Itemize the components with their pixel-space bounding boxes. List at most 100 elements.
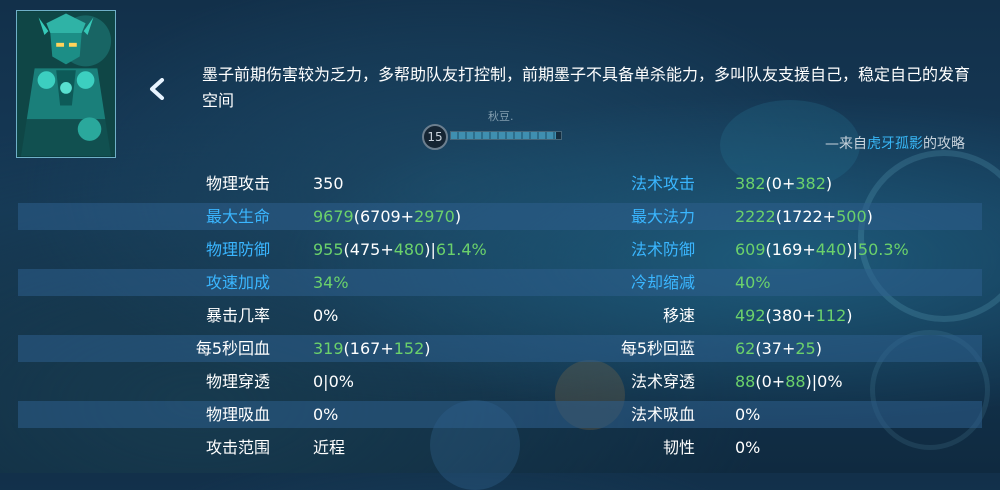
stat-row: 攻击范围 近程 韧性 0%: [0, 431, 1000, 464]
stat-value-segment: (169+: [765, 240, 816, 259]
stat-value-segment: (0+: [765, 174, 796, 193]
stat-value-segment: )|0%: [805, 372, 843, 391]
stat-value: 0%: [735, 431, 760, 464]
stat-value: 62(37+25): [735, 332, 822, 365]
stat-value-segment: 62: [735, 339, 756, 358]
stat-value-segment: 500: [836, 207, 867, 226]
player-name: 秋豆.: [488, 110, 514, 123]
stat-label: 最大生命: [205, 207, 270, 226]
stat-label: 物理穿透: [205, 372, 270, 391]
stat-value-segment: 0%: [313, 306, 339, 325]
stat-row: 攻速加成 34% 冷却缩减 40%: [0, 266, 1000, 299]
stat-label: 攻击范围: [205, 438, 270, 457]
stat-row: 暴击几率 0% 移速 492(380+112): [0, 299, 1000, 332]
stat-value-segment: 480: [393, 240, 425, 259]
stat-value-segment: 近程: [313, 438, 346, 457]
stat-value-segment: ): [454, 207, 462, 226]
stat-row: 物理防御 955(475+480)|61.4% 法术防御 609(169+440)|5…: [0, 233, 1000, 266]
stat-value-segment: 0|0%: [313, 372, 354, 391]
stat-value-segment: 152: [393, 339, 425, 358]
stat-value: 382(0+382): [735, 167, 832, 200]
stat-value-segment: 0%: [313, 405, 339, 424]
stat-value: 955(475+480)|61.4%: [313, 233, 487, 266]
stat-value-segment: 34%: [313, 273, 349, 292]
chevron-left-icon: [150, 78, 164, 100]
stat-value-segment: ): [846, 306, 853, 325]
stat-value-segment: 88: [785, 372, 806, 391]
hero-portrait: [16, 10, 116, 158]
source-suffix: 的攻略: [923, 136, 965, 152]
stat-label: 法术穿透: [630, 372, 695, 391]
stat-value: 近程: [313, 431, 345, 464]
stat-value-segment: 0%: [735, 405, 761, 424]
stat-label: 物理吸血: [205, 405, 270, 424]
hero-portrait-icon: [17, 11, 115, 157]
stat-value: 350: [313, 167, 344, 200]
stat-label: 冷却缩减: [630, 273, 695, 292]
stat-label: 移速: [662, 306, 695, 325]
stat-value-segment: 350: [313, 174, 344, 193]
source-author[interactable]: 虎牙孤影: [867, 136, 923, 152]
stat-value-segment: 319: [313, 339, 344, 358]
stat-value: 88(0+88)|0%: [735, 365, 843, 398]
stats-table: 物理攻击 350 法术攻击 382(0+382) 最大生命 9679(6709+2970)…: [0, 167, 1000, 464]
stat-value-segment: (475+: [343, 240, 394, 259]
stat-value-segment: 2970: [414, 207, 455, 226]
level-progress-bar: [450, 131, 562, 140]
stat-value-segment: ): [866, 207, 873, 226]
stat-label: 最大法力: [630, 207, 695, 226]
stat-value-segment: 88: [735, 372, 756, 391]
stat-value: 0|0%: [313, 365, 354, 398]
stat-label: 韧性: [662, 438, 695, 457]
stat-value-segment: 61.4%: [435, 240, 487, 259]
stat-value-segment: ): [825, 174, 833, 193]
stat-value-segment: 382: [795, 174, 826, 193]
stat-label: 每5秒回血: [195, 339, 270, 358]
stat-value-segment: 40%: [735, 273, 771, 292]
stat-row: 最大生命 9679(6709+2970) 最大法力 2222(1722+500): [0, 200, 1000, 233]
stat-row: 物理吸血 0% 法术吸血 0%: [0, 398, 1000, 431]
stat-value: 34%: [313, 266, 349, 299]
stat-value-segment: 112: [815, 306, 847, 325]
stat-value-segment: (167+: [343, 339, 394, 358]
stat-value-segment: (380+: [765, 306, 816, 325]
stat-value: 40%: [735, 266, 771, 299]
stat-value-segment: 492: [735, 306, 766, 325]
stat-value-segment: (37+: [755, 339, 796, 358]
level-badge: 15: [422, 124, 448, 150]
stat-value-segment: ): [815, 339, 822, 358]
stat-label: 物理攻击: [205, 174, 270, 193]
stat-value: 492(380+112): [735, 299, 853, 332]
stat-value-segment: ): [424, 339, 431, 358]
stat-label: 攻速加成: [205, 273, 270, 292]
stat-value: 0%: [735, 398, 760, 431]
stat-value: 2222(1722+500): [735, 200, 873, 233]
back-button[interactable]: [144, 74, 170, 104]
strategy-source: —来自虎牙孤影的攻略: [825, 133, 965, 153]
stat-value: 0%: [313, 299, 338, 332]
stat-label: 法术吸血: [630, 405, 695, 424]
stat-row: 物理攻击 350 法术攻击 382(0+382): [0, 167, 1000, 200]
stat-row: 物理穿透 0|0% 法术穿透 88(0+88)|0%: [0, 365, 1000, 398]
stat-label: 暴击几率: [205, 306, 270, 325]
stat-value-segment: 2222: [735, 207, 776, 226]
stat-value-segment: (6709+: [353, 207, 415, 226]
stat-value: 9679(6709+2970): [313, 200, 461, 233]
stat-value-segment: )|: [424, 240, 436, 259]
stat-value-segment: (0+: [755, 372, 786, 391]
stat-value: 319(167+152): [313, 332, 431, 365]
stat-value-segment: 50.3%: [857, 240, 909, 259]
stat-value-segment: 25: [795, 339, 816, 358]
stat-value-segment: 9679: [313, 207, 354, 226]
stat-value-segment: 609: [735, 240, 766, 259]
stat-value-segment: 440: [815, 240, 847, 259]
stat-row: 每5秒回血 319(167+152) 每5秒回蓝 62(37+25): [0, 332, 1000, 365]
level-progress-fill: [451, 132, 556, 139]
stat-value-segment: )|: [846, 240, 858, 259]
stat-value-segment: 382: [735, 174, 766, 193]
stat-value-segment: (1722+: [775, 207, 837, 226]
stat-value: 0%: [313, 398, 338, 431]
source-prefix: —来自: [825, 136, 867, 152]
stat-value-segment: 0%: [735, 438, 761, 457]
stat-value-segment: 955: [313, 240, 344, 259]
